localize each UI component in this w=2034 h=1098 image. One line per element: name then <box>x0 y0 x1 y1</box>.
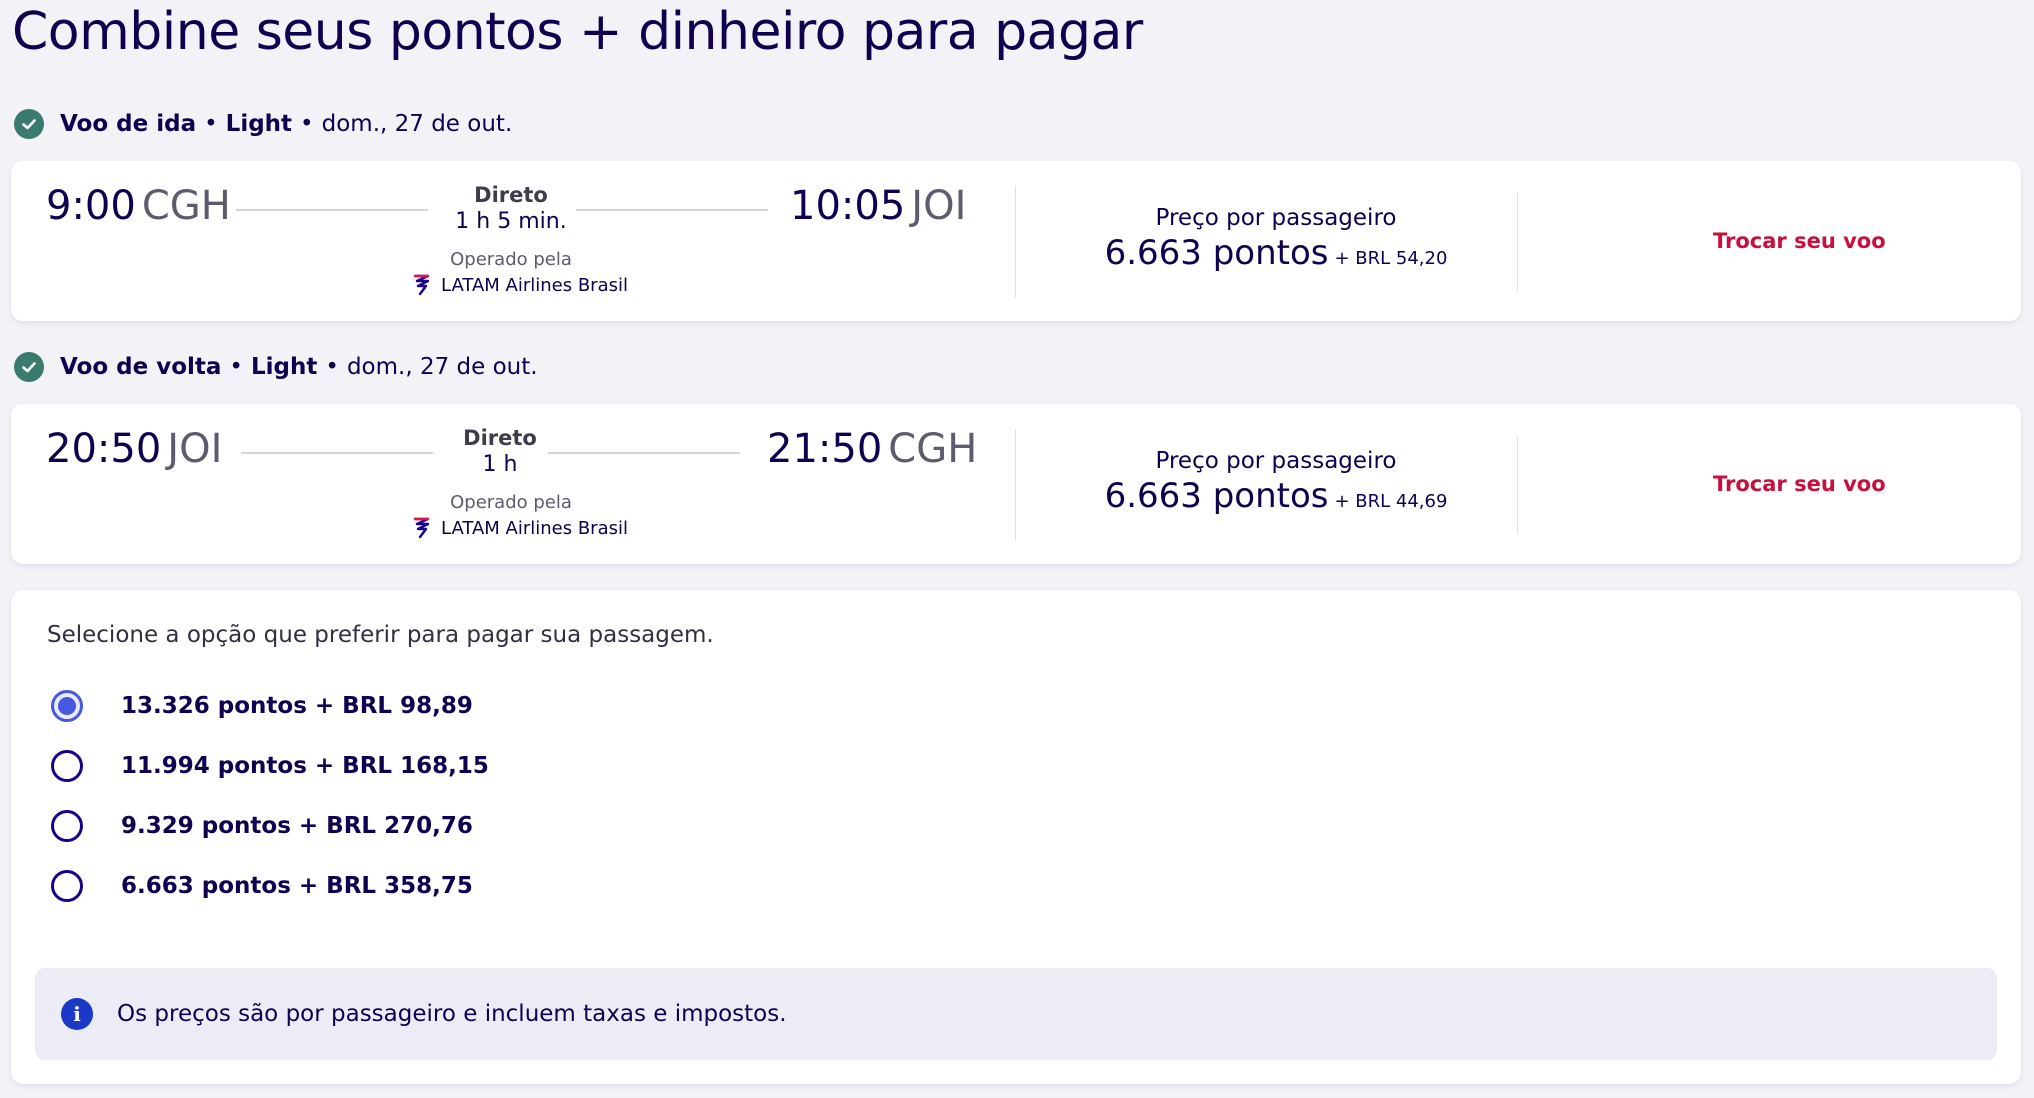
payment-option[interactable]: 6.663 pontos + BRL 358,75 <box>51 870 473 902</box>
price-points: 6.663 pontos <box>1104 233 1329 273</box>
divider <box>1517 193 1518 291</box>
divider <box>1517 436 1518 534</box>
leg-fare: Light <box>251 354 318 380</box>
divider <box>1015 429 1016 541</box>
change-flight-button[interactable]: Trocar seu voo <box>1713 229 1886 253</box>
payment-option-label: 11.994 pontos + BRL 168,15 <box>121 753 489 779</box>
airline-name: LATAM Airlines Brasil <box>441 517 628 539</box>
info-text: Os preços são por passageiro e incluem t… <box>117 1001 787 1027</box>
leg-title: Voo de ida <box>60 111 197 137</box>
price-points: 6.663 pontos <box>1104 476 1329 516</box>
separator-dot: • <box>229 354 243 380</box>
payment-option[interactable]: 13.326 pontos + BRL 98,89 <box>51 690 473 722</box>
leg-header-outbound: Voo de ida • Light • dom., 27 de out. <box>14 104 512 144</box>
arrival-code: JOI <box>911 183 967 229</box>
price-block: Preço por passageiro 6.663 pontos + BRL 5… <box>1026 205 1526 273</box>
duration-label: 1 h <box>482 452 518 477</box>
latam-logo-icon <box>413 516 431 540</box>
check-circle-icon <box>14 352 44 382</box>
departure-code: CGH <box>141 183 231 229</box>
page-title: Combine seus pontos + dinheiro para paga… <box>12 2 1143 62</box>
payment-option-label: 13.326 pontos + BRL 98,89 <box>121 693 473 719</box>
separator-dot: • <box>325 354 339 380</box>
radio-button[interactable] <box>51 690 83 722</box>
arrival: 10:05 JOI <box>790 183 966 229</box>
info-banner: i Os preços são por passageiro e incluem… <box>35 968 1997 1060</box>
payment-option[interactable]: 11.994 pontos + BRL 168,15 <box>51 750 489 782</box>
info-icon: i <box>61 998 93 1030</box>
flight-card-return: 20:50 JOI Direto 1 h 21:50 CGH Operado pel… <box>11 404 2021 564</box>
airline-name: LATAM Airlines Brasil <box>441 274 628 296</box>
stops-label: Direto <box>474 183 548 207</box>
price-cash: + BRL 54,20 <box>1334 248 1448 269</box>
change-flight-button[interactable]: Trocar seu voo <box>1713 472 1886 496</box>
route-line <box>236 209 428 211</box>
leg-header-return: Voo de volta • Light • dom., 27 de out. <box>14 347 538 387</box>
radio-button[interactable] <box>51 870 83 902</box>
route-line <box>576 209 768 211</box>
leg-fare: Light <box>225 111 293 137</box>
payment-options-card: Selecione a opção que preferir para paga… <box>11 590 2021 1084</box>
operated-by-label: Operado pela <box>450 249 572 270</box>
departure: 9:00 CGH <box>46 183 231 229</box>
payment-option-label: 9.329 pontos + BRL 270,76 <box>121 813 473 839</box>
price-cash: + BRL 44,69 <box>1334 491 1448 512</box>
departure: 20:50 JOI <box>46 426 222 472</box>
leg-date: dom., 27 de out. <box>321 111 513 137</box>
payment-option[interactable]: 9.329 pontos + BRL 270,76 <box>51 810 473 842</box>
departure-code: JOI <box>167 426 223 472</box>
payment-intro: Selecione a opção que preferir para paga… <box>47 622 714 648</box>
separator-dot: • <box>300 111 314 137</box>
price-block: Preço por passageiro 6.663 pontos + BRL 4… <box>1026 448 1526 516</box>
route-line <box>548 452 740 454</box>
arrival: 21:50 CGH <box>767 426 977 472</box>
duration-label: 1 h 5 min. <box>455 209 567 234</box>
check-circle-icon <box>14 109 44 139</box>
radio-button[interactable] <box>51 810 83 842</box>
arrival-time: 10:05 <box>790 183 906 229</box>
latam-logo-icon <box>413 273 431 297</box>
radio-button[interactable] <box>51 750 83 782</box>
arrival-time: 21:50 <box>767 426 883 472</box>
price-label: Preço por passageiro <box>1155 205 1397 231</box>
departure-time: 9:00 <box>46 183 136 229</box>
leg-title: Voo de volta <box>60 354 222 380</box>
arrival-code: CGH <box>888 426 978 472</box>
airline: LATAM Airlines Brasil <box>413 516 628 540</box>
divider <box>1015 186 1016 298</box>
stops-label: Direto <box>463 426 537 450</box>
price-value: 6.663 pontos + BRL 54,20 <box>1026 233 1526 273</box>
airline: LATAM Airlines Brasil <box>413 273 628 297</box>
payment-option-label: 6.663 pontos + BRL 358,75 <box>121 873 473 899</box>
departure-time: 20:50 <box>46 426 162 472</box>
leg-date: dom., 27 de out. <box>346 354 538 380</box>
price-label: Preço por passageiro <box>1155 448 1397 474</box>
separator-dot: • <box>204 111 218 137</box>
operated-by-label: Operado pela <box>450 492 572 513</box>
price-value: 6.663 pontos + BRL 44,69 <box>1026 476 1526 516</box>
flight-card-outbound: 9:00 CGH Direto 1 h 5 min. 10:05 JOI Opera… <box>11 161 2021 321</box>
